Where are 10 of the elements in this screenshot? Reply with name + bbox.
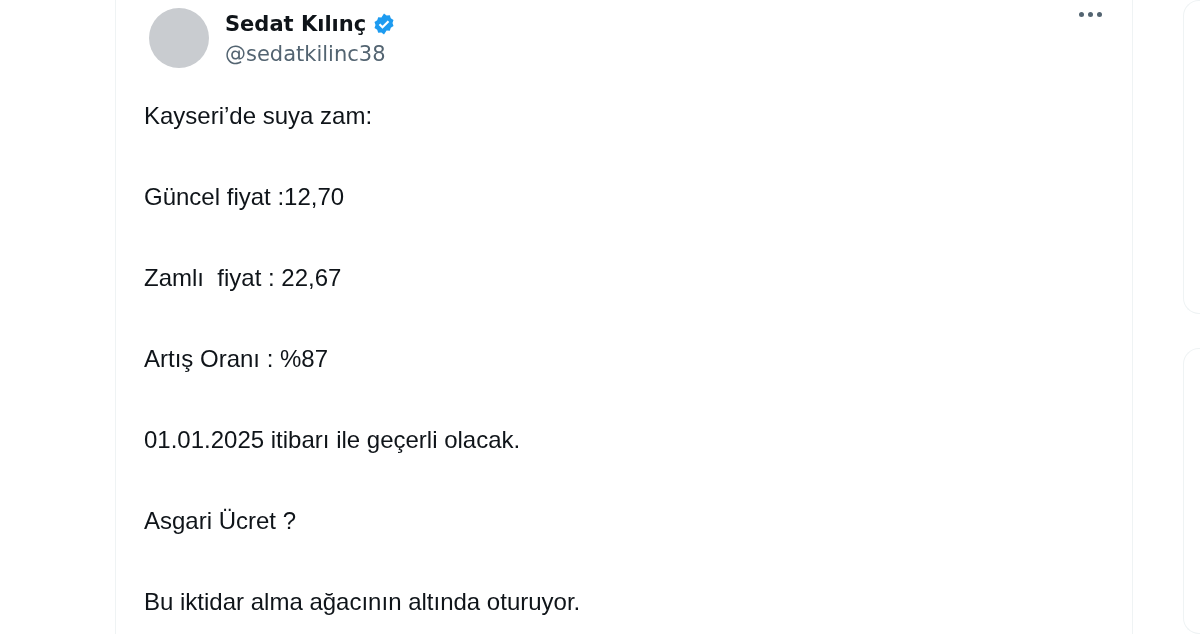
- post-text: Artış Oranı : %87: [144, 344, 330, 374]
- more-options-icon[interactable]: [1079, 12, 1102, 17]
- post-text: Asgari Ücret ?: [144, 506, 298, 536]
- post-text: 01.01.2025 itibarı ile geçerli olacak.: [144, 425, 522, 455]
- post-text: Kayseri’de suya zam:: [144, 101, 374, 131]
- author-handle[interactable]: @sedatkilinc38: [225, 42, 397, 66]
- post-text: Bu iktidar alma ağacının altında oturuyor.: [144, 587, 582, 617]
- post-text: Güncel fiyat :12,70: [144, 182, 346, 212]
- post-text: Zamlı fiyat : 22,67: [144, 263, 343, 293]
- author-name[interactable]: Sedat Kılınç: [225, 12, 367, 36]
